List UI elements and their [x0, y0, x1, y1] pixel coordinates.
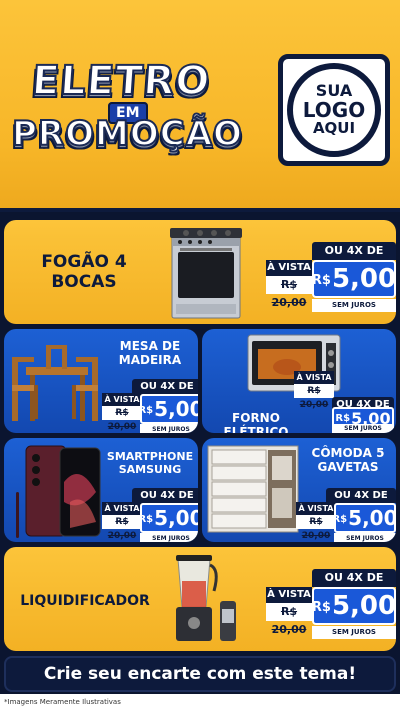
installment-value: 5,00	[154, 506, 198, 530]
product-card-mesa[interactable]: MESA DE MADEIRA OU 4X DE À VISTA R$ 20,0…	[4, 329, 198, 433]
promo-title: ELETRO EM PROMOÇÃO	[10, 57, 266, 168]
a-vista-price: R$ 20,00	[296, 515, 336, 541]
product-card-smartphone[interactable]: SMARTPHONE SAMSUNG OU 4X DE À VISTA R$ 2…	[4, 438, 198, 542]
product-card-comoda[interactable]: CÔMODA 5 GAVETAS OU 4X DE À VISTA R$ 20,…	[202, 438, 396, 542]
title-eletro: ELETRO	[29, 57, 212, 105]
a-vista-price: R$ 20,00	[294, 384, 334, 410]
smartphone-image	[16, 445, 101, 538]
table-chairs-image	[12, 345, 98, 421]
price-tag: OU 4X DE À VISTA R$ 20,00 R$ 5,00 SEM JUR…	[266, 242, 396, 314]
blender-image	[176, 555, 236, 641]
a-vista-price: R$ 20,00	[266, 603, 312, 636]
title-promocao: PROMOÇÃO	[11, 113, 243, 155]
installment-value: 5,00	[154, 397, 198, 421]
product-name: FORNO ELÉTRICO	[223, 411, 289, 433]
product-name: LIQUIDIFICADOR	[20, 593, 150, 609]
product-name: CÔMODA 5 GAVETAS	[311, 446, 385, 475]
logo-text-aqui: AQUI	[312, 119, 356, 138]
logo-placeholder: SUA LOGO AQUI	[278, 54, 390, 166]
cta-banner[interactable]: Crie seu encarte com este tema!	[4, 656, 396, 692]
product-name: SMARTPHONE SAMSUNG	[106, 450, 194, 477]
installment-value: 5,00	[348, 506, 396, 530]
product-card-forno[interactable]: FORNO ELÉTRICO À VISTA R$ 20,00 OU 4X DE…	[202, 329, 396, 433]
a-vista-price: R$ 20,00	[102, 515, 142, 541]
product-card-fogao[interactable]: FOGÃO 4 BOCAS OU 4X DE À VISTA R$ 20,00 …	[4, 220, 396, 324]
installment-value: 5,00	[331, 591, 396, 621]
header: ELETRO EM PROMOÇÃO SUA LOGO AQUI	[0, 0, 400, 212]
logo-text-logo: LOGO	[302, 98, 366, 123]
dresser-image	[207, 445, 299, 533]
price-tag: OU 4X DE À VISTA R$ 20,00 R$ 5,00 SEM JUR…	[266, 569, 396, 641]
a-vista-price: R$ 20,00	[102, 406, 142, 432]
disclaimer-text: *Imagens Meramente Ilustrativas	[0, 694, 400, 711]
price-tag: OU 4X DE À VISTA R$ 20,00 R$ 5,00 SEM JUR…	[102, 488, 198, 542]
stove-image	[170, 228, 242, 319]
price-tag: À VISTA R$ 20,00 OU 4X DE R$ 5,00	[294, 371, 394, 429]
a-vista-price: R$ 20,00	[266, 276, 312, 309]
price-tag: OU 4X DE À VISTA R$ 20,00 R$ 5,00 SEM JUR…	[296, 488, 396, 542]
installment-value: 5,00	[331, 264, 396, 294]
product-name: MESA DE MADEIRA	[118, 339, 182, 368]
product-card-liquidificador[interactable]: LIQUIDIFICADOR OU 4X DE À VISTA R$ 20,00…	[4, 547, 396, 651]
price-tag: OU 4X DE À VISTA R$ 20,00 R$ 5,00 SEM JUR…	[102, 379, 198, 433]
product-name: FOGÃO 4 BOCAS	[41, 252, 127, 293]
